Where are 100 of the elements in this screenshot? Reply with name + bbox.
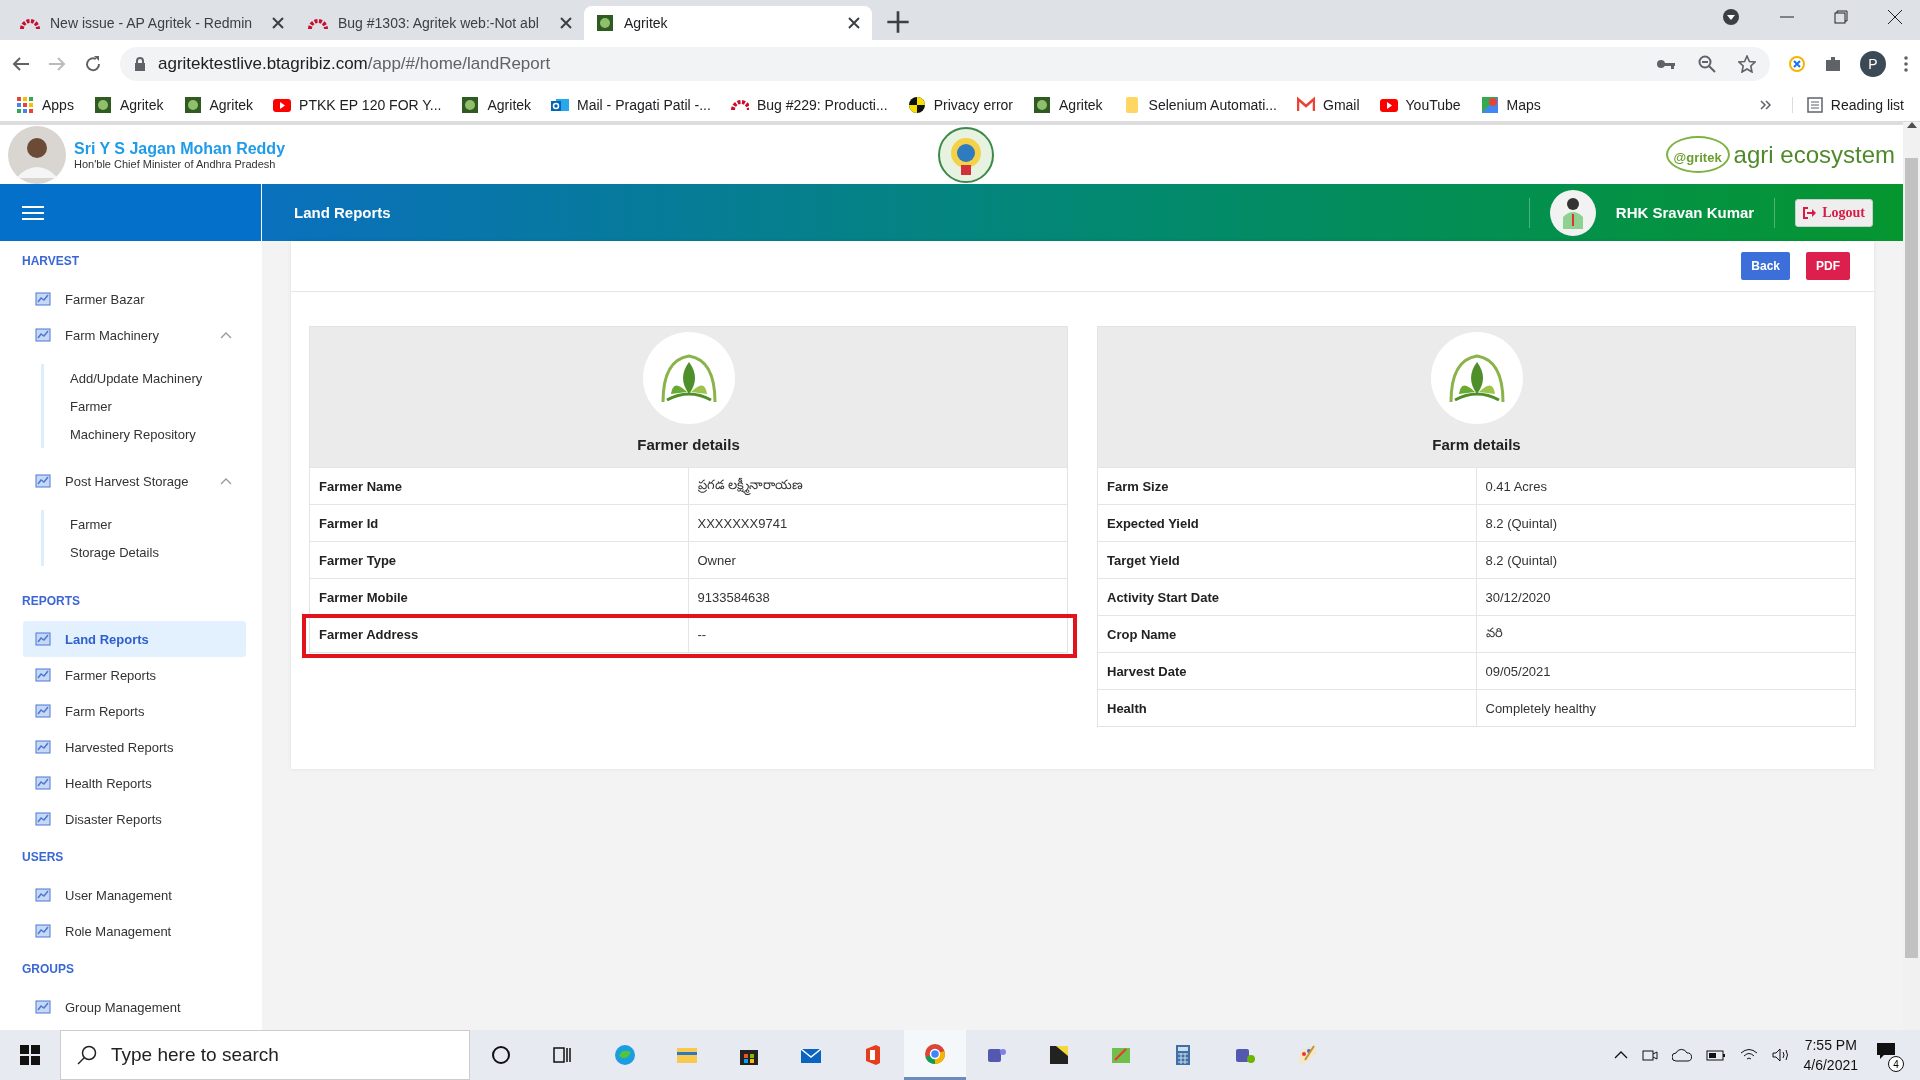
mail-icon [1297,95,1315,114]
bookmark-link[interactable]: Agritek [183,95,254,114]
star-icon[interactable] [1738,55,1756,73]
sidebar-item[interactable]: Health Reports [23,765,246,801]
battery-icon[interactable] [1705,1049,1726,1061]
cloud-icon[interactable] [1671,1048,1692,1062]
bookmark-link[interactable]: Mail - Pragati Patil -... [551,95,711,114]
close-icon[interactable] [560,17,572,29]
clock[interactable]: 7:55 PM 4/6/2021 [1803,1035,1858,1075]
reload-icon[interactable] [84,55,102,73]
chart-icon [35,667,51,683]
bookmark-link[interactable]: Privacy error [907,95,1013,114]
notification-button[interactable]: 4 [1872,1038,1904,1072]
apps-grid-icon [16,95,34,114]
wifi-icon[interactable] [1739,1048,1758,1062]
bookmark-link[interactable]: Agritek [461,95,532,114]
row-value: 0.41 Acres [1484,477,1548,496]
bookmark-link[interactable]: Selenium Automati... [1122,95,1277,114]
close-icon[interactable] [272,17,284,29]
sidebar-item[interactable]: Role Management [23,913,246,949]
browser-tab[interactable]: New issue - AP Agritek - Redmin [8,6,296,40]
chevron-icon[interactable] [1613,1051,1628,1059]
task-view-icon[interactable] [552,1044,574,1066]
camera-icon[interactable] [1641,1047,1658,1063]
bookmark-link[interactable]: Agritek [93,95,164,114]
menu-icon[interactable] [1904,56,1908,72]
row-value: వరి [1484,624,1504,642]
sidebar-subitem[interactable]: Farmer [70,510,262,538]
leaf-logo-icon [1033,95,1051,114]
dropdown-icon[interactable] [1722,8,1740,26]
back-arrow-icon[interactable] [12,56,30,72]
sidebar-item[interactable]: Farm Reports [23,693,246,729]
bookmark-link[interactable]: YouTube [1379,95,1461,114]
bookmark-link[interactable]: Maps [1480,95,1541,114]
sidebar-item[interactable]: Harvested Reports [23,729,246,765]
browser-icon[interactable] [614,1044,636,1066]
section-heading: GROUPS [21,961,75,978]
row-label: Expected Yield [1098,505,1477,541]
palette-icon[interactable] [1296,1044,1318,1066]
row-value: 30/12/2020 [1484,588,1552,607]
sidebar-subitem[interactable]: Add/Update Machinery [70,364,262,392]
chart-icon [35,739,51,755]
sidebar-subitem[interactable]: Storage Details [70,538,262,566]
profile-avatar[interactable]: P [1860,51,1886,77]
sidebar-item[interactable]: Group Management [23,989,246,1025]
sidebar-item[interactable]: Farm Machinery [23,317,246,353]
back-button[interactable]: Back [1741,252,1790,280]
sidebar-subitem[interactable]: Machinery Repository [70,420,262,448]
key-icon[interactable] [1656,58,1676,70]
browser-tab[interactable]: Bug #1303: Agritek web:-Not abl [296,6,584,40]
sidebar-item[interactable]: Land Reports [23,621,246,657]
sidebar-item[interactable]: Disaster Reports [23,801,246,837]
bookmark-link[interactable]: Apps [16,95,74,114]
logo-mark: @gritek [1665,136,1730,173]
row-value: 8.2 (Quintal) [1484,551,1559,570]
sidebar-subitem[interactable]: Farmer [70,392,262,420]
panel-title: Farm details [1432,436,1521,453]
reading-list-button[interactable]: Reading list [1791,96,1904,113]
search-icon [77,1045,97,1065]
bookmark-link[interactable]: PTKK EP 120 FOR Y... [273,95,442,114]
row-label: Farmer Name [310,468,689,504]
close-icon[interactable] [1888,10,1902,24]
row-label: Farmer Id [310,505,689,541]
chart-icon [35,631,51,647]
chart-icon [35,775,51,791]
pdf-button[interactable]: PDF [1806,252,1850,280]
logout-button[interactable]: Logout [1795,198,1873,227]
bookmark-link[interactable]: Bug #229: Producti... [730,95,888,114]
row-label: Health [1098,690,1477,726]
row-label: Farmer Mobile [310,579,689,615]
sidebar-item[interactable]: Farmer Reports [23,657,246,693]
leaf-logo-icon [461,95,480,114]
zoom-out-icon[interactable] [1698,55,1716,73]
chrome-icon[interactable] [924,1042,946,1065]
speaker-icon[interactable] [1771,1048,1790,1062]
address-bar[interactable]: agritektestlive.btagribiz.com/app/#/home/landReport [120,47,1770,81]
chevron-icon[interactable] [1759,98,1772,111]
logo-text: agri ecosystem [1733,140,1895,169]
cortana-icon[interactable] [490,1044,512,1066]
puzzle-icon[interactable] [1824,55,1842,73]
bookmark-link[interactable]: Agritek [1033,95,1103,114]
windows-logo-icon[interactable] [20,1045,40,1065]
leader-name: Sri Y S Jagan Mohan Reddy [74,139,286,158]
sign-out-icon [1803,206,1818,219]
sidebar-item[interactable]: Farmer Bazar [23,281,246,317]
row-label: Activity Start Date [1098,579,1477,615]
chart-icon [35,291,51,307]
sidebar-item[interactable]: Post Harvest Storage [23,463,246,499]
scrollbar-thumb[interactable] [1905,158,1918,958]
sticky-note-icon[interactable] [1048,1044,1070,1066]
leaf-logo-icon [596,14,614,32]
close-icon[interactable] [848,17,860,29]
menu-icon[interactable] [22,204,44,221]
restore-icon[interactable] [1834,10,1848,24]
search-field[interactable]: Type here to search [60,1030,470,1080]
sidebar-item[interactable]: User Management [23,877,246,913]
new-tab-icon[interactable] [886,10,910,34]
browser-tab[interactable]: Agritek [584,6,872,40]
extension-badge-icon[interactable] [1788,55,1806,73]
bookmark-link[interactable]: Gmail [1297,95,1360,114]
